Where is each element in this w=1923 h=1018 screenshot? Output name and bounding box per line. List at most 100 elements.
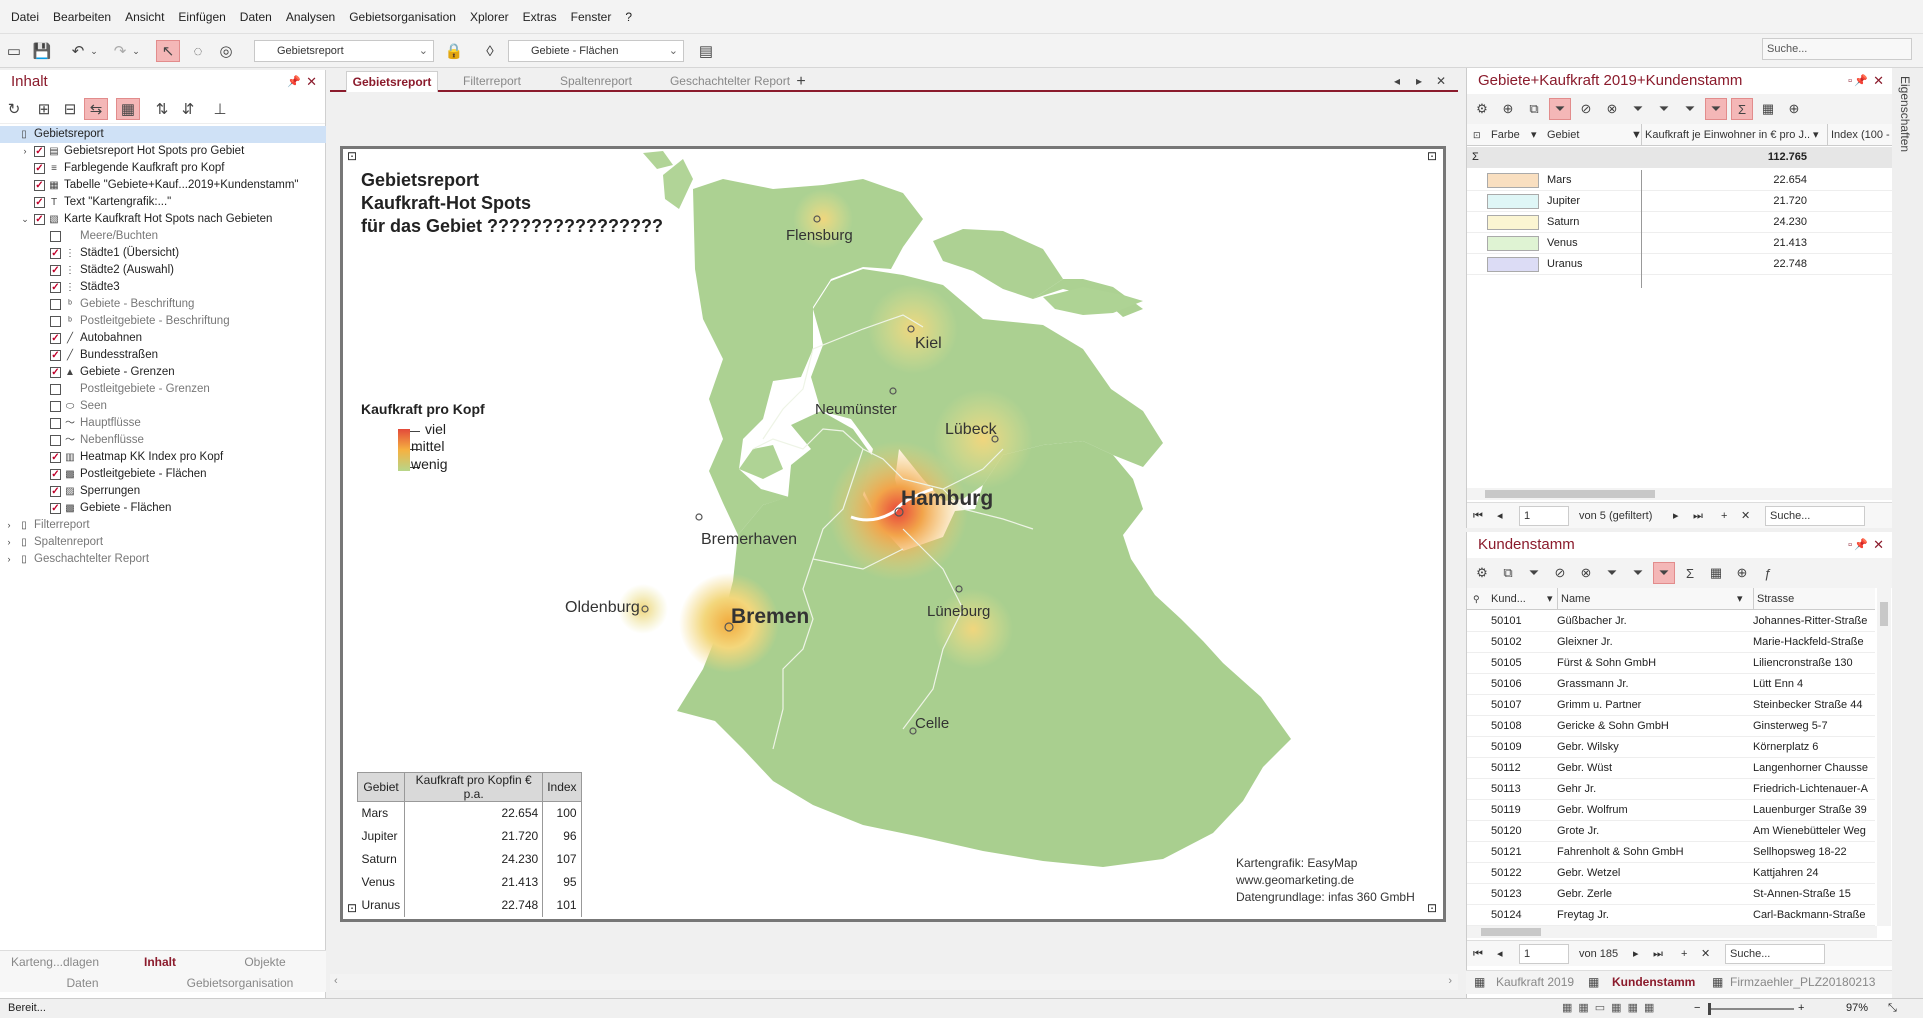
open-icon[interactable]: ▭ (2, 40, 26, 62)
expand-icon[interactable]: › (20, 143, 30, 160)
tree-item[interactable]: Postleitgebiete - Grenzen (0, 381, 326, 398)
delete-icon[interactable]: ✕ (1701, 941, 1710, 967)
add-tab-icon[interactable]: + (786, 71, 816, 92)
first-icon[interactable]: ⏮ (1473, 503, 1483, 529)
pin-icon[interactable]: 📌 (1854, 68, 1868, 94)
tree-item[interactable]: ✓ ▲ Gebiete - Grenzen (0, 364, 326, 381)
pin-icon[interactable]: 📌 (287, 70, 301, 94)
add-icon[interactable]: + (1721, 503, 1727, 529)
customers-vertical-scrollbar[interactable] (1877, 588, 1891, 926)
filter-remove-icon[interactable]: ⊗ (1601, 98, 1623, 120)
sum-icon[interactable]: Σ (1731, 98, 1753, 120)
zoom-icon[interactable]: ⊕ (1731, 562, 1753, 584)
tree-item[interactable]: ✓ ▦ Tabelle "Gebiete+Kauf...2019+Kundensta… (0, 177, 326, 194)
close-icon[interactable]: ✕ (1873, 532, 1884, 558)
menu-2[interactable]: Ansicht (118, 0, 171, 34)
layer-checkbox[interactable]: ✓ (50, 486, 61, 497)
tab-kartengrundlagen[interactable]: Karteng...dlagen (0, 955, 110, 969)
settings-icon[interactable]: ⚙ (1471, 98, 1493, 120)
tree-item[interactable]: ✓ ▨ Sperrungen (0, 483, 326, 500)
filter-clear-icon[interactable]: ⊘ (1549, 562, 1571, 584)
expand-icon[interactable]: › (4, 517, 14, 534)
save-icon[interactable]: 💾 (30, 40, 54, 62)
tree-item[interactable]: ⬭ Seen (0, 398, 326, 415)
tree-item[interactable]: ✓ ⋮ Städte1 (Übersicht) (0, 245, 326, 262)
lock-icon[interactable]: 🔒 (442, 40, 466, 62)
tab-gebietsreport[interactable]: Gebietsreport (346, 71, 438, 92)
filter-icon[interactable]: ⏷ (1523, 562, 1545, 584)
filter-add-icon[interactable]: ⏷ (1627, 562, 1649, 584)
col-name[interactable]: Name (1557, 588, 1590, 609)
tree-item[interactable]: › ✓ ▤ Gebietsreport Hot Spots pro Gebiet (0, 143, 326, 160)
table-row[interactable]: 50119 Gebr. Wolfrum Lauenburger Straße 39 (1467, 800, 1875, 821)
copy-icon[interactable]: ⧉ (1497, 562, 1519, 584)
page-input[interactable]: 1 (1519, 506, 1569, 526)
restore-icon[interactable]: ▫ (1848, 68, 1852, 94)
areas-search-input[interactable]: Suche... (1765, 506, 1865, 526)
add-icon[interactable]: + (1681, 941, 1687, 967)
pin-icon[interactable]: 📌 (1854, 532, 1868, 558)
scroll-left-icon[interactable]: ‹ (334, 975, 338, 987)
filter-area-icon[interactable]: ⏷ (1601, 562, 1623, 584)
report-combo[interactable]: Gebietsreport ⌄ (254, 40, 434, 62)
map-book-icon[interactable]: ▤ (694, 40, 718, 62)
bottom-align-icon[interactable]: ⊥ (208, 98, 232, 120)
layer-checkbox[interactable] (50, 299, 61, 310)
table-row[interactable]: Jupiter 21.720 (1467, 191, 1893, 212)
table-row[interactable]: 50122 Gebr. Wetzel Kattjahren 24 (1467, 863, 1875, 884)
menu-10[interactable]: ? (618, 0, 639, 34)
tab-kaufkraft-2019[interactable]: Kaufkraft 2019 (1496, 975, 1574, 989)
table-row[interactable]: 50112 Gebr. Wüst Langenhorner Chausse (1467, 758, 1875, 779)
tree-item[interactable]: ✓ ⋮ Städte2 (Auswahl) (0, 262, 326, 279)
layer-checkbox[interactable] (50, 401, 61, 412)
properties-strip[interactable]: Eigenschaften (1892, 68, 1923, 998)
table-row[interactable]: 50101 Güßbacher Jr. Johannes-Ritter-Straße (1467, 611, 1875, 632)
global-search-input[interactable]: Suche... (1762, 38, 1912, 60)
table-row[interactable]: Venus 21.413 (1467, 233, 1893, 254)
tab-gebietsorganisation[interactable]: Gebietsorganisation (165, 976, 315, 990)
fit-icon[interactable]: ⤡ (1888, 999, 1897, 1018)
expand-icon[interactable]: › (4, 534, 14, 551)
layer-select-icon[interactable]: ◊ (478, 40, 502, 62)
layer-checkbox[interactable]: ✓ (34, 146, 45, 157)
zoom-slider[interactable] (1708, 1003, 1794, 1015)
layer-checkbox[interactable]: ✓ (50, 248, 61, 259)
table-row[interactable]: 50108 Gericke & Sohn GmbH Ginsterweg 5-7 (1467, 716, 1875, 737)
tree-item[interactable]: 〜 Nebenflüsse (0, 432, 326, 449)
menu-1[interactable]: Bearbeiten (46, 0, 118, 34)
table-row[interactable]: Mars 22.654 (1467, 170, 1893, 191)
close-icon[interactable]: ✕ (1873, 68, 1884, 94)
menu-9[interactable]: Fenster (564, 0, 619, 34)
close-icon[interactable]: ✕ (306, 70, 317, 94)
col-kundennummer[interactable]: Kund... (1491, 588, 1526, 609)
swap-icon[interactable]: ⇆ (84, 98, 108, 120)
tree-item[interactable]: ✓ ╱ Bundesstraßen (0, 347, 326, 364)
layer-checkbox[interactable]: ✓ (34, 214, 45, 225)
grid-icon[interactable]: ⊞ (32, 98, 56, 120)
layer-checkbox[interactable]: ✓ (50, 367, 61, 378)
areas-horizontal-scrollbar[interactable] (1467, 488, 1893, 500)
function-icon[interactable]: ƒ (1757, 562, 1779, 584)
layer-checkbox[interactable]: ✓ (34, 180, 45, 191)
menu-8[interactable]: Extras (516, 0, 564, 34)
tree-item[interactable]: › ▯ Filterreport (0, 517, 326, 534)
tree-item[interactable]: › ▯ Spaltenreport (0, 534, 326, 551)
tab-firmzaehler[interactable]: Firmzaehler_PLZ20180213 (1730, 975, 1875, 989)
layer-checkbox[interactable] (50, 231, 61, 242)
tree-item[interactable]: › ▯ Geschachtelter Report (0, 551, 326, 568)
table-row[interactable]: 50109 Gebr. Wilsky Körnerplatz 6 (1467, 737, 1875, 758)
col-index[interactable]: Index (100 - (1827, 124, 1890, 145)
view-mode-icons[interactable]: ▦▦▭▦▦▦ (1562, 999, 1660, 1018)
layer-checkbox[interactable] (50, 435, 61, 446)
zoom-in-icon[interactable]: + (1798, 999, 1804, 1018)
tree-item[interactable]: 〜 Hauptflüsse (0, 415, 326, 432)
expand-icon[interactable]: ⌄ (20, 211, 30, 228)
table-row[interactable]: 50113 Gehr Jr. Friedrich-Lichtenauer-A (1467, 779, 1875, 800)
tree-item[interactable]: ᵇ Postleitgebiete - Beschriftung (0, 313, 326, 330)
tree-item[interactable]: ▯ Gebietsreport (0, 126, 326, 143)
filter-active-icon[interactable]: ⏷ (1705, 98, 1727, 120)
layer-checkbox[interactable]: ✓ (34, 163, 45, 174)
settings-icon[interactable]: ⚙ (1471, 562, 1493, 584)
table-row[interactable]: 50121 Fahrenholt & Sohn GmbH Sellhopsweg 1… (1467, 842, 1875, 863)
restore-icon[interactable]: ▫ (1848, 532, 1852, 558)
